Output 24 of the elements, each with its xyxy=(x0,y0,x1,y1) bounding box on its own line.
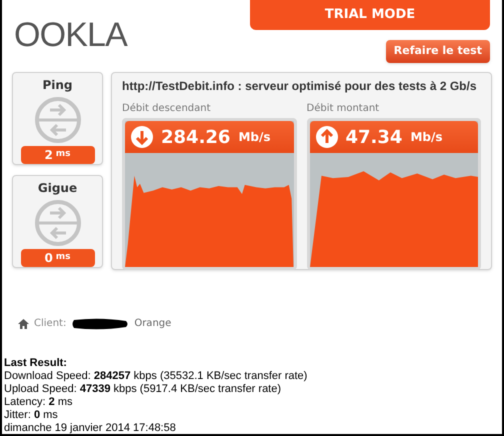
result-line: Jitter: 0 ms xyxy=(4,409,59,422)
retest-button[interactable]: Refaire le test xyxy=(386,40,490,63)
home-icon xyxy=(18,318,29,328)
speed-label: Débit descendant xyxy=(122,102,212,116)
metric-value: 2 ms xyxy=(20,146,94,164)
server-info: http://TestDebit.info : serveur optimisé pour des tests à 2 Gb/s xyxy=(122,78,478,95)
metric-label: Ping xyxy=(42,77,73,94)
isp-name: Orange xyxy=(134,317,172,331)
result-line: dimanche 19 janvier 2014 17:48:58 xyxy=(4,422,177,434)
client-label: Client: xyxy=(34,317,66,331)
trial-mode-banner: TRIAL MODE xyxy=(250,0,490,30)
redaction-mark xyxy=(71,316,130,330)
result-line: Upload Speed: 47339 kbps (5917.4 KB/sec transfer rate) xyxy=(4,383,282,396)
speed-value: 47.34 Mb/s xyxy=(310,121,478,153)
metric-value: 0 ms xyxy=(20,249,94,267)
speed-label: Débit montant xyxy=(306,102,380,116)
last-result-title: Last Result: xyxy=(4,357,68,370)
logo: OOKLA xyxy=(14,18,127,56)
speed-value: 284.26 Mb/s xyxy=(125,121,294,153)
arrows-circle-icon xyxy=(34,199,82,247)
result-line: Latency: 2 ms xyxy=(4,396,74,409)
result-line: Download Speed: 284257 kbps (35532.1 KB/sec transfer rate) xyxy=(4,370,308,383)
arrows-circle-icon xyxy=(34,96,82,144)
metric-label: Gigue xyxy=(38,180,78,197)
